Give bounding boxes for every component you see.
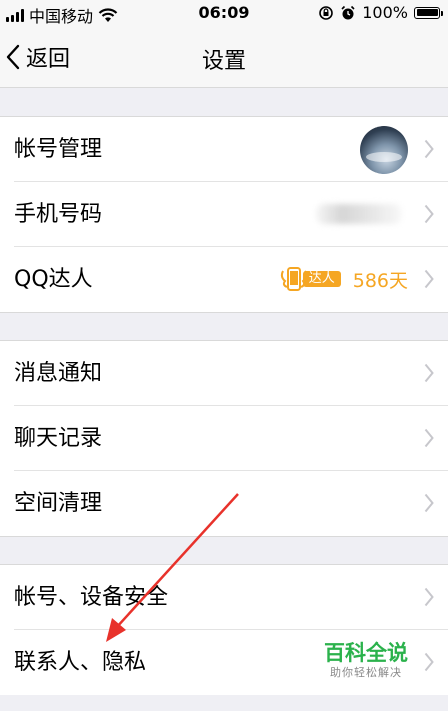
- row-label: 帐号、设备安全: [14, 585, 169, 610]
- chevron-right-icon: [424, 269, 434, 289]
- watermark-sub: 助你轻松解决: [330, 666, 402, 679]
- qq-expert-days: 586天: [352, 269, 408, 292]
- qq-expert-badge: 达人 586天: [279, 265, 408, 293]
- row-label: 空间清理: [14, 491, 103, 516]
- settings-screen: 中国移动 06:09 100% 返回 设置 帐号管理 手机号码 QQ达人 达人 …: [0, 0, 448, 711]
- row-label: 消息通知: [14, 361, 103, 386]
- qq-expert-pill: 达人: [302, 271, 341, 287]
- chevron-right-icon: [424, 652, 434, 672]
- rotation-lock-icon: [319, 5, 334, 20]
- settings-group-messages: 消息通知 聊天记录 空间清理: [0, 340, 448, 537]
- navigation-bar: 返回 设置: [0, 26, 448, 88]
- watermark-logo: 百科全说 助你轻松解决: [324, 640, 408, 680]
- settings-group-security: 帐号、设备安全 联系人、隐私 百科全说 助你轻松解决: [0, 564, 448, 695]
- settings-row-chat-history[interactable]: 聊天记录: [0, 406, 448, 471]
- settings-row-notifications[interactable]: 消息通知: [0, 341, 448, 406]
- settings-row-contacts-privacy[interactable]: 联系人、隐私 百科全说 助你轻松解决: [0, 630, 448, 695]
- chevron-right-icon: [424, 139, 434, 159]
- row-label: 手机号码: [14, 202, 103, 227]
- row-label: QQ达人: [14, 267, 93, 292]
- battery-icon: [414, 6, 443, 19]
- settings-row-phone-number[interactable]: 手机号码: [0, 182, 448, 247]
- chevron-right-icon: [424, 363, 434, 383]
- row-label: 帐号管理: [14, 137, 103, 162]
- page-title: 设置: [201, 49, 246, 74]
- status-right: 100%: [318, 3, 443, 22]
- phone-number-redacted: [316, 204, 402, 224]
- settings-group-account: 帐号管理 手机号码 QQ达人 达人 586天: [0, 116, 448, 313]
- alarm-icon: [341, 5, 355, 19]
- settings-row-qq-expert[interactable]: QQ达人 达人 586天: [0, 247, 448, 312]
- avatar: [360, 126, 408, 174]
- chevron-right-icon: [424, 493, 434, 513]
- status-bar: 中国移动 06:09 100%: [0, 0, 448, 26]
- chevron-right-icon: [424, 204, 434, 224]
- watermark-main: 百科全说: [324, 641, 408, 665]
- row-label: 联系人、隐私: [14, 650, 147, 675]
- row-label: 聊天记录: [14, 426, 103, 451]
- battery-fill: [416, 9, 438, 16]
- chevron-right-icon: [424, 587, 434, 607]
- settings-row-account-device-security[interactable]: 帐号、设备安全: [0, 565, 448, 630]
- chevron-right-icon: [424, 428, 434, 448]
- battery-percent: 100%: [362, 3, 408, 22]
- qq-expert-icon: 达人: [279, 265, 347, 293]
- settings-row-account-management[interactable]: 帐号管理: [0, 117, 448, 182]
- settings-row-storage-cleanup[interactable]: 空间清理: [0, 471, 448, 536]
